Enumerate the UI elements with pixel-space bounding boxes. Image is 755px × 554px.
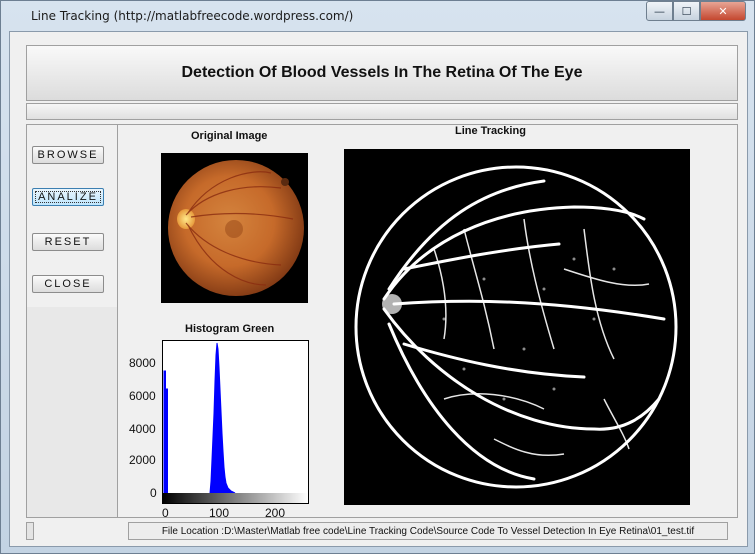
title-bar[interactable]: Line Tracking (http://matlabfreecode.wor… bbox=[1, 1, 754, 31]
close-icon: ✕ bbox=[718, 4, 728, 18]
retina-fundus-image bbox=[161, 153, 308, 303]
browse-button[interactable]: BROWSE bbox=[32, 146, 104, 164]
reset-button[interactable]: RESET bbox=[32, 233, 104, 251]
line-tracking-image bbox=[344, 149, 690, 505]
minimize-icon: — bbox=[654, 4, 665, 18]
grayscale-colorbar bbox=[163, 493, 308, 503]
histogram-plot bbox=[162, 340, 309, 504]
y-tick-label: 8000 bbox=[129, 356, 156, 370]
close-window-button[interactable]: ✕ bbox=[700, 1, 746, 21]
x-tick-label: 100 bbox=[209, 506, 230, 520]
header-panel: Detection Of Blood Vessels In The Retina… bbox=[26, 45, 738, 101]
analize-button[interactable]: ANALIZE bbox=[32, 188, 104, 206]
app-window: Line Tracking (http://matlabfreecode.wor… bbox=[0, 0, 755, 554]
y-tick-label: 0 bbox=[150, 486, 157, 500]
maximize-icon: ☐ bbox=[681, 4, 692, 18]
progress-bar-panel bbox=[26, 103, 738, 120]
y-tick-label: 4000 bbox=[129, 422, 156, 436]
histogram-peak bbox=[209, 342, 236, 494]
x-tick-label: 200 bbox=[265, 506, 286, 520]
status-spacer bbox=[26, 522, 34, 540]
figure-client-area: Detection Of Blood Vessels In The Retina… bbox=[9, 31, 748, 547]
line-tracking-title: Line Tracking bbox=[455, 125, 526, 137]
status-bar: File Location :D:\Master\Matlab free cod… bbox=[26, 522, 738, 540]
page-title: Detection Of Blood Vessels In The Retina… bbox=[181, 64, 583, 81]
original-image-title: Original Image bbox=[191, 130, 268, 142]
original-image bbox=[161, 153, 308, 303]
control-panel bbox=[26, 124, 118, 518]
file-location-text: File Location :D:\Master\Matlab free cod… bbox=[128, 522, 728, 540]
histogram-bar bbox=[165, 388, 168, 494]
y-tick-label: 6000 bbox=[129, 389, 156, 403]
histogram-bar bbox=[163, 370, 166, 494]
y-tick-label: 2000 bbox=[129, 453, 156, 467]
histogram-chart bbox=[163, 342, 308, 503]
window-title: Line Tracking (http://matlabfreecode.wor… bbox=[31, 9, 354, 23]
maximize-button[interactable]: ☐ bbox=[673, 1, 700, 21]
close-button[interactable]: CLOSE bbox=[32, 275, 104, 293]
minimize-button[interactable]: — bbox=[646, 1, 673, 21]
vessel-map-image bbox=[344, 149, 690, 505]
x-tick-label: 0 bbox=[162, 506, 169, 520]
histogram-title: Histogram Green bbox=[185, 323, 275, 335]
